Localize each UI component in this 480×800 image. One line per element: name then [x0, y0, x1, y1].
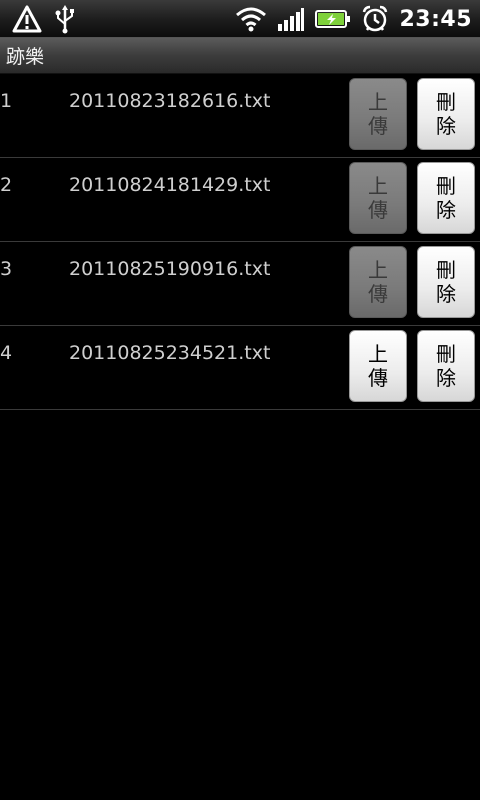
delete-button[interactable]: 刪 除	[417, 330, 475, 402]
upload-button[interactable]: 上 傳	[349, 330, 407, 402]
warning-icon	[12, 5, 42, 33]
signal-icon	[278, 8, 305, 31]
file-name: 20110825234521.txt	[69, 342, 271, 364]
battery-charging-icon	[315, 10, 351, 28]
list-item[interactable]: 4 20110825234521.txt 上 傳 刪 除	[0, 326, 480, 410]
alarm-icon	[363, 5, 388, 32]
file-name: 20110824181429.txt	[69, 174, 271, 196]
upload-button[interactable]: 上 傳	[349, 162, 407, 234]
file-name: 20110825190916.txt	[69, 258, 271, 280]
delete-button[interactable]: 刪 除	[417, 246, 475, 318]
status-bar: 23:45	[0, 0, 480, 38]
row-number: 3	[0, 258, 13, 280]
upload-button[interactable]: 上 傳	[349, 78, 407, 150]
row-number: 4	[0, 342, 13, 364]
wifi-icon	[236, 7, 267, 32]
list-item[interactable]: 2 20110824181429.txt 上 傳 刪 除	[0, 158, 480, 242]
list-item[interactable]: 3 20110825190916.txt 上 傳 刪 除	[0, 242, 480, 326]
row-number: 1	[0, 90, 13, 112]
list-item[interactable]: 1 20110823182616.txt 上 傳 刪 除	[0, 74, 480, 158]
usb-icon	[55, 5, 74, 34]
title-bar: 跡樂	[0, 38, 480, 74]
page-title: 跡樂	[6, 46, 45, 68]
delete-button[interactable]: 刪 除	[417, 162, 475, 234]
file-list: 1 20110823182616.txt 上 傳 刪 除 2 201108241…	[0, 74, 480, 410]
delete-button[interactable]: 刪 除	[417, 78, 475, 150]
row-number: 2	[0, 174, 13, 196]
status-time: 23:45	[399, 6, 472, 32]
file-name: 20110823182616.txt	[69, 90, 271, 112]
upload-button[interactable]: 上 傳	[349, 246, 407, 318]
